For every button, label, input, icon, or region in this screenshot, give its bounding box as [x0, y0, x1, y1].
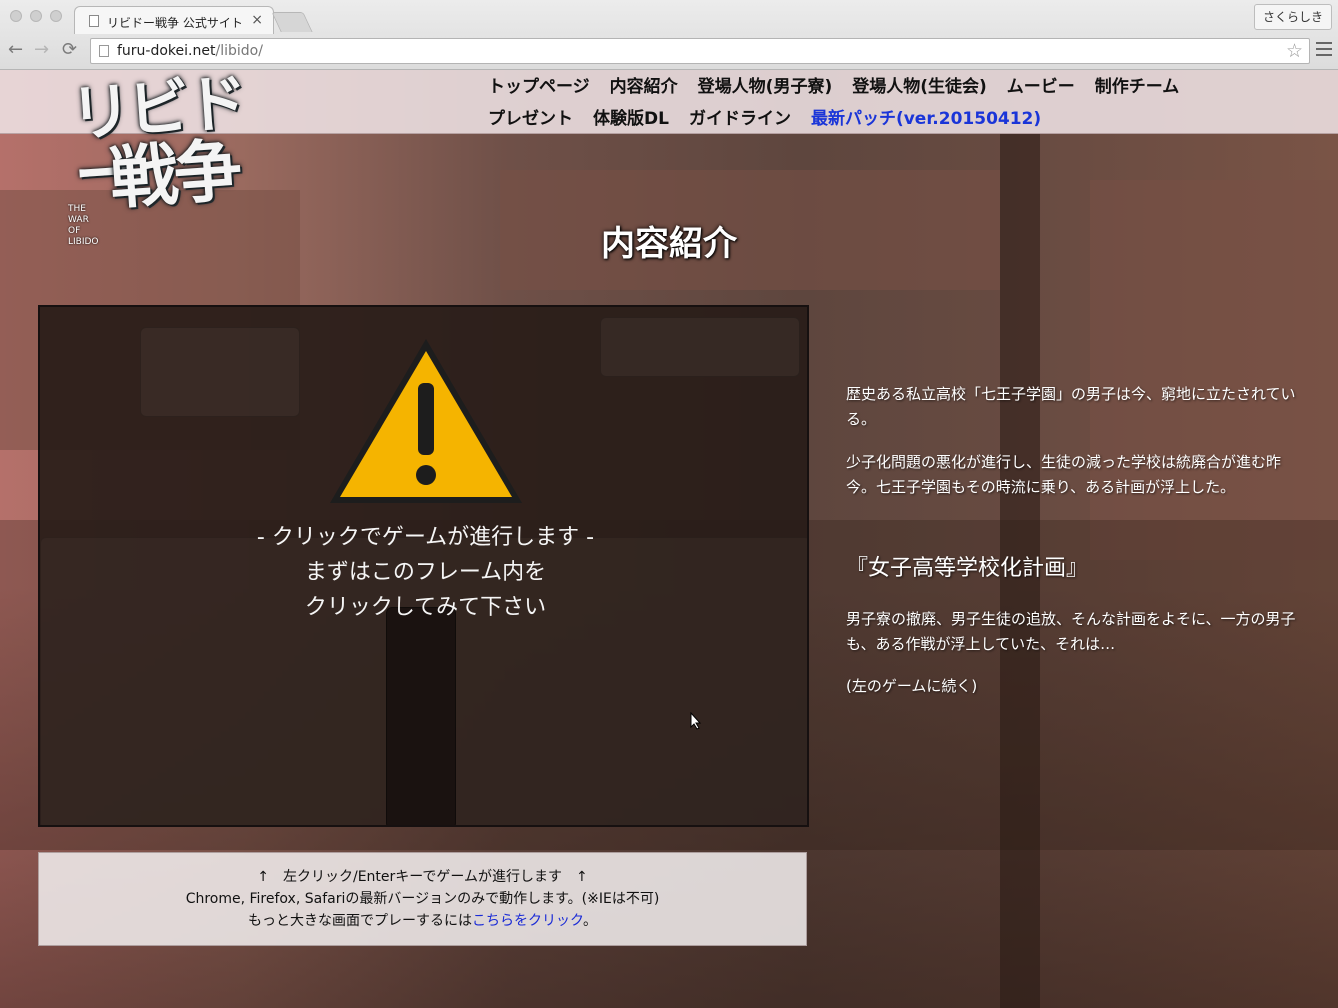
description-paragraph-1: 歴史ある私立高校「七王子学園」の男子は今、窮地に立たされている。: [846, 385, 1296, 428]
nav-content[interactable]: 内容紹介: [610, 76, 678, 98]
frame-window-shape: [600, 317, 800, 377]
game-click-instruction: - クリックでゲームが進行します -: [256, 525, 595, 550]
info-box: ↑ 左クリック/Enterキーでゲームが進行します ↑ Chrome, Fire…: [38, 852, 807, 946]
nav-characters-dorm[interactable]: 登場人物(男子寮): [698, 76, 833, 98]
game-frame[interactable]: - クリックでゲームが進行します - まずはこのフレーム内を クリックしてみて下…: [38, 305, 809, 827]
zoom-window-button[interactable]: [50, 10, 62, 22]
minimize-window-button[interactable]: [30, 10, 42, 22]
tab-close-icon[interactable]: ×: [251, 12, 263, 28]
new-tab-button[interactable]: [271, 12, 313, 32]
url-text: furu-dokei.net/libido/: [117, 43, 263, 59]
info-browser-support-line: Chrome, Firefox, Safariの最新バージョンのみで動作します。…: [185, 891, 660, 907]
game-click-prompt-line1: まずはこのフレーム内を: [304, 560, 547, 585]
nav-movie[interactable]: ムービー: [1007, 76, 1075, 98]
logo-title-line2: 戦争: [107, 130, 241, 220]
page-icon: [89, 15, 99, 27]
description-paragraph-3: 男子寮の撤廃、男子生徒の追放、そんな計画をよそに、一方の男子も、ある作戦が浮上し…: [846, 610, 1296, 653]
bookmark-star-icon[interactable]: ☆: [1286, 40, 1303, 62]
page-icon: [99, 45, 109, 57]
nav-row-2: プレゼント 体験版DL ガイドライン 最新パッチ(ver.20150412): [488, 108, 1061, 130]
description-continued: (左のゲームに続く): [846, 677, 978, 695]
nav-guideline[interactable]: ガイドライン: [689, 108, 791, 130]
frame-door-shape: [386, 607, 456, 825]
nav-latest-patch[interactable]: 最新パッチ(ver.20150412): [811, 108, 1041, 130]
back-icon[interactable]: ←: [8, 40, 23, 60]
plan-heading: 『女子高等学校化計画』: [846, 556, 1089, 581]
browser-chrome: リビドー戦争 公式サイト × さくらしき ← → ⟳ furu-dokei.ne…: [0, 0, 1338, 70]
info-controls-line: ↑ 左クリック/Enterキーでゲームが進行します ↑: [257, 869, 588, 885]
nav-top-page[interactable]: トップページ: [488, 76, 590, 98]
info-fullscreen-line: もっと大きな画面でプレーするにはこちらをクリック。: [39, 910, 806, 932]
info-fullscreen-period: 。: [582, 913, 597, 929]
frame-window-shape: [140, 327, 300, 417]
nav-trial-download[interactable]: 体験版DL: [593, 108, 669, 130]
url-path: /libido/: [215, 43, 263, 59]
description-paragraph-2: 少子化問題の悪化が進行し、生徒の減った学校は統廃合が進む昨今。七王子学園もその時…: [846, 453, 1282, 496]
nav-present[interactable]: プレゼント: [488, 108, 573, 130]
page-content: トップページ 内容紹介 登場人物(男子寮) 登場人物(生徒会) ムービー 制作チ…: [0, 70, 1338, 1008]
profile-button[interactable]: さくらしき: [1253, 4, 1332, 30]
logo-sub-line: THE: [68, 204, 86, 214]
reload-icon[interactable]: ⟳: [62, 40, 77, 60]
info-fullscreen-text: もっと大きな画面でプレーするには: [248, 913, 473, 929]
nav-team[interactable]: 制作チーム: [1095, 76, 1180, 98]
address-bar[interactable]: furu-dokei.net/libido/ ☆: [90, 38, 1310, 64]
nav-row-1: トップページ 内容紹介 登場人物(男子寮) 登場人物(生徒会) ムービー 制作チ…: [488, 76, 1199, 98]
browser-tab[interactable]: リビドー戦争 公式サイト ×: [74, 6, 274, 34]
forward-icon[interactable]: →: [34, 40, 49, 60]
url-host: furu-dokei.net: [117, 43, 216, 59]
page-title: 内容紹介: [601, 224, 737, 264]
close-window-button[interactable]: [10, 10, 22, 22]
game-click-prompt-line2: クリックしてみて下さい: [304, 595, 547, 620]
warning-icon: [330, 339, 522, 503]
hamburger-menu-icon[interactable]: [1316, 42, 1332, 56]
fullscreen-link[interactable]: こちらをクリック: [472, 913, 583, 929]
mouse-cursor-icon: [690, 712, 702, 730]
nav-characters-council[interactable]: 登場人物(生徒会): [852, 76, 987, 98]
tab-title: リビドー戦争 公式サイト: [107, 16, 243, 30]
